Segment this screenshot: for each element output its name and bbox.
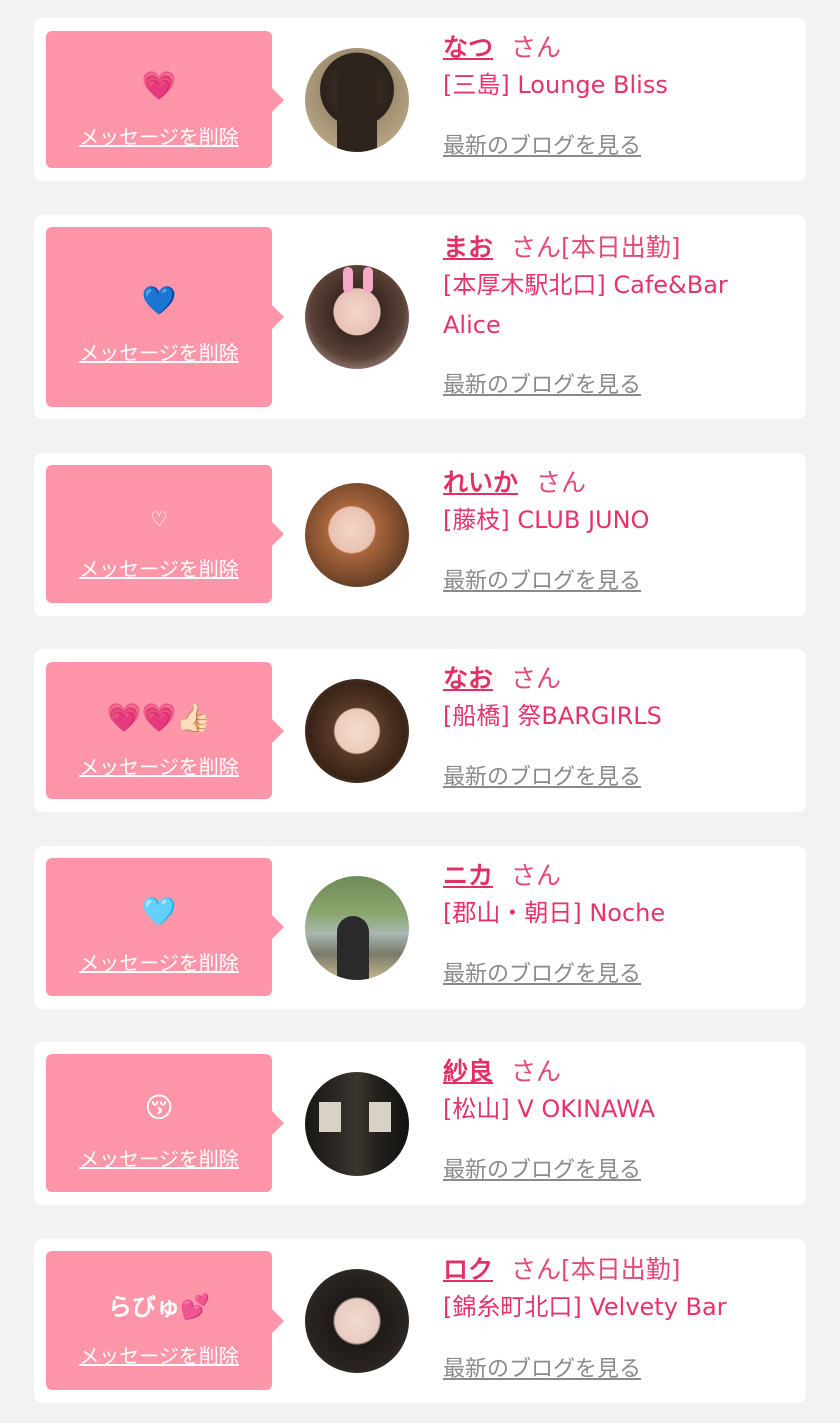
latest-blog-link[interactable]: 最新のブログを見る	[443, 1156, 641, 1186]
name-line: なお さん	[443, 662, 793, 696]
message-text: らびゅ💕	[108, 1293, 210, 1321]
shop-name: [三島] Lounge Bliss	[443, 71, 668, 99]
message-bubble: 🩵 メッセージを削除	[46, 858, 284, 996]
avatar[interactable]	[305, 1072, 409, 1176]
cast-info: まお さん[本日出勤] [本厚木駅北口] Cafe&Bar Alice	[443, 231, 793, 345]
honorific: さん	[511, 1057, 562, 1086]
cast-info: 紗良 さん [松山] V OKINAWA	[443, 1055, 793, 1129]
avatar[interactable]	[305, 1269, 409, 1373]
cast-name-link[interactable]: なお	[443, 664, 493, 693]
latest-blog-link[interactable]: 最新のブログを見る	[443, 371, 641, 401]
honorific: さん	[511, 1255, 562, 1284]
work-status: [本日出勤]	[561, 1255, 681, 1284]
list-item: らびゅ💕 メッセージを削除 ロク さん[本日出勤] [錦糸町北口] Velvety…	[34, 1239, 806, 1403]
cast-name-link[interactable]: なつ	[443, 33, 493, 62]
cast-name-link[interactable]: ニカ	[443, 861, 493, 890]
honorific: さん	[511, 233, 562, 262]
message-text: 💗💗👍🏻	[106, 701, 212, 734]
work-status: [本日出勤]	[561, 233, 681, 262]
avatar[interactable]	[305, 48, 409, 152]
list-item: 💗 メッセージを削除 なつ さん [三島] Lounge Bliss 最新のブログ…	[34, 18, 806, 181]
message-bubble: ♡ メッセージを削除	[46, 465, 284, 603]
message-text: 💙	[141, 284, 177, 317]
message-text: 😚	[144, 1091, 174, 1124]
list-item: ♡ メッセージを削除 れいか さん [藤枝] CLUB JUNO 最新のブログを見…	[34, 453, 806, 616]
name-line: ニカ さん	[443, 859, 793, 893]
message-bubble: らびゅ💕 メッセージを削除	[46, 1251, 284, 1390]
cast-info: ロク さん[本日出勤] [錦糸町北口] Velvety Bar	[443, 1253, 793, 1327]
cast-info: なつ さん [三島] Lounge Bliss	[443, 31, 793, 105]
message-text: 🩵	[141, 895, 177, 928]
avatar[interactable]	[305, 679, 409, 783]
honorific: さん	[511, 33, 562, 62]
list-item: 🩵 メッセージを削除 ニカ さん [郡山・朝日] Noche 最新のブログを見る	[34, 846, 806, 1009]
name-line: まお さん[本日出勤]	[443, 231, 793, 265]
cast-name-link[interactable]: 紗良	[443, 1057, 493, 1086]
name-line: なつ さん	[443, 31, 793, 65]
cast-info: ニカ さん [郡山・朝日] Noche	[443, 859, 793, 933]
cast-info: なお さん [船橋] 祭BARGIRLS	[443, 662, 793, 736]
latest-blog-link[interactable]: 最新のブログを見る	[443, 132, 641, 162]
honorific: さん	[536, 468, 587, 497]
shop-name: [藤枝] CLUB JUNO	[443, 506, 650, 534]
message-bubble: 💗 メッセージを削除	[46, 31, 284, 168]
message-text: ♡	[150, 507, 168, 531]
message-text: 💗	[141, 69, 177, 102]
message-list: 💗 メッセージを削除 なつ さん [三島] Lounge Bliss 最新のブログ…	[0, 0, 840, 1423]
list-item: 💙 メッセージを削除 まお さん[本日出勤] [本厚木駅北口] Cafe&Bar …	[34, 215, 806, 419]
shop-name: [郡山・朝日] Noche	[443, 899, 666, 927]
delete-message-button[interactable]: メッセージを削除	[46, 1344, 272, 1368]
latest-blog-link[interactable]: 最新のブログを見る	[443, 763, 641, 793]
delete-message-button[interactable]: メッセージを削除	[46, 755, 272, 779]
name-line: ロク さん[本日出勤]	[443, 1253, 793, 1287]
latest-blog-link[interactable]: 最新のブログを見る	[443, 1355, 641, 1385]
delete-message-button[interactable]: メッセージを削除	[46, 557, 272, 581]
latest-blog-link[interactable]: 最新のブログを見る	[443, 960, 641, 990]
name-line: れいか さん	[443, 466, 793, 500]
shop-name: [錦糸町北口] Velvety Bar	[443, 1293, 727, 1321]
shop-name: [松山] V OKINAWA	[443, 1095, 656, 1123]
name-line: 紗良 さん	[443, 1055, 793, 1089]
list-item: 😚 メッセージを削除 紗良 さん [松山] V OKINAWA 最新のブログを見る	[34, 1042, 806, 1205]
honorific: さん	[511, 664, 562, 693]
cast-name-link[interactable]: れいか	[443, 468, 518, 497]
avatar[interactable]	[305, 265, 409, 369]
cast-name-link[interactable]: ロク	[443, 1255, 493, 1284]
delete-message-button[interactable]: メッセージを削除	[46, 951, 272, 975]
shop-name: [本厚木駅北口] Cafe&Bar	[443, 271, 728, 299]
list-item: 💗💗👍🏻 メッセージを削除 なお さん [船橋] 祭BARGIRLS 最新のブログ…	[34, 649, 806, 812]
latest-blog-link[interactable]: 最新のブログを見る	[443, 567, 641, 597]
avatar[interactable]	[305, 876, 409, 980]
delete-message-button[interactable]: メッセージを削除	[46, 341, 272, 365]
shop-name: [船橋] 祭BARGIRLS	[443, 702, 662, 730]
delete-message-button[interactable]: メッセージを削除	[46, 125, 272, 149]
message-bubble: 💗💗👍🏻 メッセージを削除	[46, 662, 284, 799]
avatar[interactable]	[305, 483, 409, 587]
honorific: さん	[511, 861, 562, 890]
shop-name-cont: Alice	[443, 311, 501, 339]
cast-name-link[interactable]: まお	[443, 233, 493, 262]
delete-message-button[interactable]: メッセージを削除	[46, 1147, 272, 1171]
cast-info: れいか さん [藤枝] CLUB JUNO	[443, 466, 793, 540]
message-bubble: 💙 メッセージを削除	[46, 227, 284, 407]
message-bubble: 😚 メッセージを削除	[46, 1054, 284, 1192]
